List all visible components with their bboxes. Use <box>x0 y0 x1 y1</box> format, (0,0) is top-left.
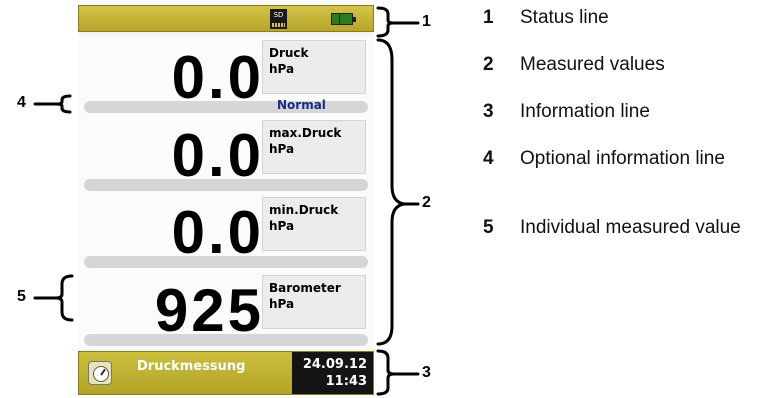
legend-number: 2 <box>483 54 494 75</box>
callout-bracket <box>376 349 396 396</box>
callout-bracket <box>54 94 72 114</box>
callout-bracket <box>376 6 395 38</box>
callout-number: 1 <box>422 13 431 30</box>
callout-number: 2 <box>422 194 431 211</box>
callout-bracket <box>376 38 406 346</box>
callout-number: 4 <box>17 94 26 111</box>
legend-text: Optional information line <box>520 148 725 169</box>
callout-number: 5 <box>17 288 26 305</box>
callout-bracket <box>54 274 74 322</box>
legend-text: Status line <box>520 7 609 28</box>
legend-number: 1 <box>483 7 494 28</box>
legend-number: 5 <box>483 217 494 238</box>
legend-number: 3 <box>483 101 494 122</box>
callout-number: 3 <box>422 364 431 381</box>
legend-text: Information line <box>520 101 650 122</box>
legend-text: Measured values <box>520 54 665 75</box>
legend-number: 4 <box>483 148 494 169</box>
legend-text: Individual measured value <box>520 217 741 238</box>
